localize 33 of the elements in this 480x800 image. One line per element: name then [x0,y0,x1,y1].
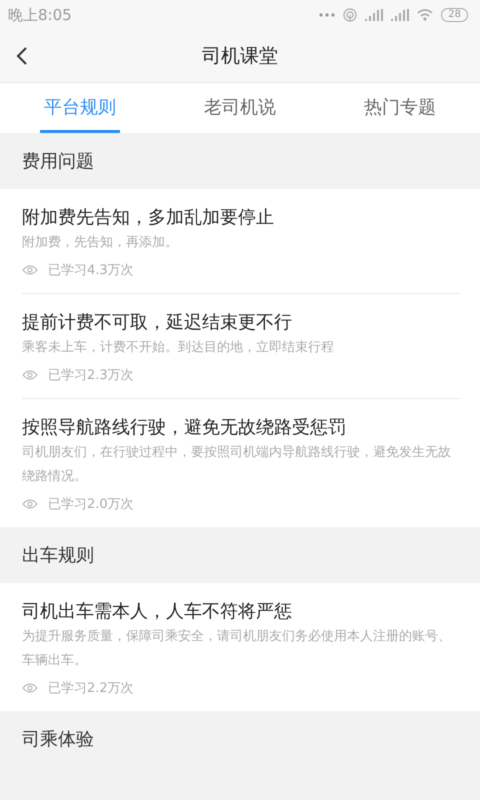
status-time: 晚上8:05 [8,6,72,24]
article-item[interactable]: 按照导航路线行驶，避免无故绕路受惩罚 司机朋友们，在行驶过程中，要按照司机端内导航路线行驶，避免发生无故绕路情况。 已学习2.0万次 [22,399,460,527]
page-title: 司机课堂 [201,44,279,69]
eye-icon [22,499,38,509]
tab[interactable]: 老司机说 [200,83,280,133]
article-title: 司机出车需本人，人车不符将严惩 [22,600,293,624]
signal-icon [365,9,384,21]
more-dots-icon [319,13,336,17]
article-title: 提前计费不可取，延迟结束更不行 [22,311,293,335]
article-item[interactable]: 提前计费不可取，延迟结束更不行 乘客未上车，计费不开始。到达目的地，立即结束行程 已学习2.3万次 [22,294,460,399]
section-header: 出车规则 [21,544,95,568]
view-count: 已学习2.2万次 [48,680,134,697]
eye-icon [22,265,38,275]
back-icon[interactable] [16,46,28,66]
wifi-icon [417,9,434,21]
article-summary: 司机朋友们，在行驶过程中，要按照司机端内导航路线行驶，避免发生无故绕路情况。 [22,444,452,486]
article-summary: 乘客未上车，计费不开始。到达目的地，立即结束行程 [22,339,335,357]
view-count: 已学习2.0万次 [48,496,134,513]
tab[interactable]: 热门专题 [360,83,440,133]
signal-icon [391,9,410,21]
eye-icon [22,370,38,380]
section-header: 费用问题 [21,150,95,174]
article-summary: 附加费，先告知，再添加。 [22,234,179,252]
eye-icon [22,683,38,693]
article-item[interactable]: 附加费先告知，多加乱加要停止 附加费，先告知，再添加。 已学习4.3万次 [22,189,460,294]
battery-indicator: 28 [441,8,468,22]
section-header: 司乘体验 [21,728,95,752]
article-title: 附加费先告知，多加乱加要停止 [22,206,275,230]
view-count: 已学习2.3万次 [48,367,134,384]
hotspot-icon [343,8,358,22]
view-count: 已学习4.3万次 [48,262,134,279]
article-summary: 为提升服务质量，保障司乘安全，请司机朋友们务必使用本人注册的账号、车辆出车。 [22,628,452,670]
article-title: 按照导航路线行驶，避免无故绕路受惩罚 [22,416,347,440]
